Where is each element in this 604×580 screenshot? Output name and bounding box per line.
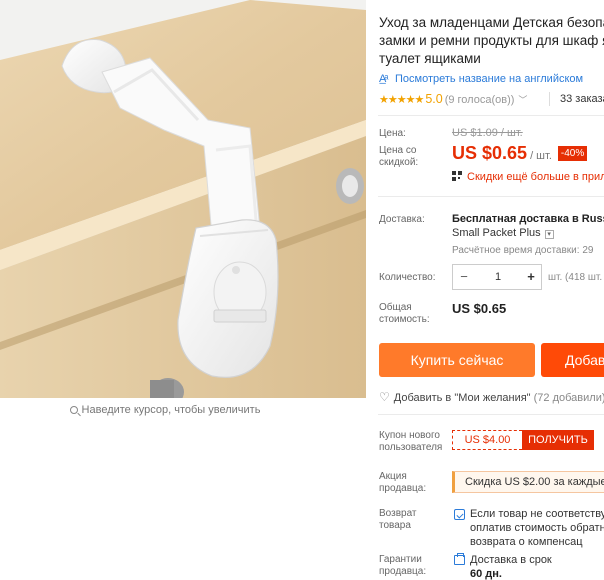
orders-count: 33 заказа (560, 93, 604, 105)
seller-promo: Скидка US $2.00 за каждые US (452, 471, 604, 493)
price-label: Цена: (379, 128, 406, 139)
star-rating-icon: ★★★★★ (379, 94, 424, 106)
baby-lock-photo (0, 0, 366, 398)
product-title: Уход за младенцами Детская безопас замки… (379, 14, 604, 68)
wishlist-text[interactable]: Добавить в "Мои желания" (394, 392, 531, 404)
app-discount-link[interactable]: Скидки ещё больше в прил (452, 171, 604, 183)
zoom-hint: Наведите курсор, чтобы увеличить (0, 404, 330, 416)
app-discount-text[interactable]: Скидки ещё больше в прил (467, 171, 604, 183)
translate-link-text[interactable]: Посмотреть название на английском (395, 73, 583, 85)
qr-code-icon (452, 171, 462, 181)
seller-promo-label: Акция продавца: (379, 471, 427, 494)
returns-label: Возврат товара (379, 508, 417, 531)
stock-available: шт. (418 шт. (548, 272, 603, 283)
title-line: замки и ремни продукты для шкаф я (379, 33, 604, 48)
total-price: US $0.65 (452, 301, 507, 316)
coupon-amount: US $4.00 (452, 430, 522, 450)
divider (378, 196, 604, 197)
clock-delivery-icon (454, 553, 465, 565)
sale-price-value: US $0.65 (452, 143, 528, 163)
guarantee-info: Доставка в срок 60 дн. (470, 553, 552, 580)
old-price: US $1.09 / шт. (452, 127, 523, 139)
title-line: Уход за младенцами Детская безопас (379, 15, 604, 30)
chevron-down-icon[interactable]: ﹀ (518, 95, 527, 105)
add-to-wishlist[interactable]: ♡ Добавить в "Мои желания" (72 добавили) (379, 390, 604, 404)
returns-line: оплатив стоимость обратн (470, 522, 604, 534)
rating-score: 5.0 (425, 92, 443, 106)
get-coupon-button[interactable]: ПОЛУЧИТЬ (522, 430, 594, 450)
buy-now-button[interactable]: Купить сейчас (379, 343, 535, 377)
divider (378, 414, 604, 415)
product-image[interactable] (0, 0, 366, 398)
quantity-label: Количество: (379, 272, 436, 283)
guarantee-line: Доставка в срок (470, 554, 552, 566)
guarantee-label: Гарантии продавца: (379, 554, 427, 577)
shipping-destination[interactable]: Бесплатная доставка в Russi (452, 213, 604, 225)
quantity-stepper: − 1 + (452, 264, 542, 290)
title-line: туалет ящиками (379, 51, 481, 66)
zoom-hint-text: Наведите курсор, чтобы увеличить (81, 404, 261, 416)
quantity-input[interactable]: 1 (475, 265, 521, 289)
price-unit: / шт. (530, 150, 552, 162)
shield-check-icon (454, 509, 465, 520)
heart-icon: ♡ (379, 390, 390, 404)
quantity-increase-button[interactable]: + (521, 265, 541, 289)
divider (378, 115, 604, 116)
total-label: Общая стоимость: (379, 302, 430, 325)
divider (549, 92, 550, 106)
chevron-down-icon[interactable]: ▾ (544, 230, 554, 239)
sale-price: US $0.65/ шт. -40% (452, 143, 588, 164)
returns-policy: Если товар не соответствуе оплатив стоим… (470, 507, 604, 549)
returns-line: Если товар не соответствуе (470, 508, 604, 520)
guarantee-days: 60 дн. (470, 568, 502, 580)
wishlist-count: (72 добавили) (533, 392, 604, 404)
add-to-cart-button[interactable]: Добав (541, 343, 604, 377)
product-info: Уход за младенцами Детская безопас замки… (378, 0, 604, 580)
discount-price-label: Цена со скидкой: (379, 145, 419, 168)
quantity-decrease-button[interactable]: − (453, 265, 475, 289)
new-user-coupon-label: Купон нового пользователя (379, 430, 443, 453)
magnifier-icon (69, 406, 78, 414)
rating-votes-link[interactable]: (9 голоса(ов)) (445, 94, 515, 106)
rating-row: ★★★★★ 5.0 (9 голоса(ов)) ﹀ 33 заказа (379, 92, 604, 106)
delivery-time: Расчётное время доставки: 29 (452, 245, 594, 256)
shipping-method[interactable]: Small Packet Plus (452, 227, 541, 239)
translate-link[interactable]: A̲ͣ Посмотреть название на английском (379, 73, 583, 85)
shipping-method-select[interactable]: Small Packet Plus ▾ (452, 227, 554, 239)
shipping-label: Доставка: (379, 214, 425, 225)
discount-badge: -40% (557, 146, 588, 161)
translate-icon: A̲ͣ (379, 73, 387, 85)
returns-line: возврата о компенсац (470, 536, 583, 548)
